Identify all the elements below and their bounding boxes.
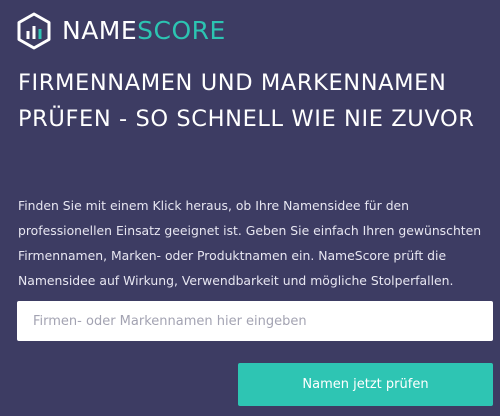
- page-headline: FIRMENNAMEN UND MARKENNAMEN PRÜFEN - SO …: [18, 70, 475, 132]
- brand-logo[interactable]: NAMESCORE: [16, 12, 226, 50]
- bar-chart-hexagon-icon: [17, 12, 51, 50]
- brand-wordmark: NAMESCORE: [62, 12, 226, 50]
- name-input[interactable]: [17, 301, 493, 341]
- check-name-button[interactable]: Namen jetzt prüfen: [238, 363, 493, 406]
- brand-name-part: NAME: [62, 16, 138, 45]
- brand-score-part: SCORE: [137, 16, 226, 45]
- intro-text: Finden Sie mit einem Klick heraus, ob Ih…: [18, 198, 482, 288]
